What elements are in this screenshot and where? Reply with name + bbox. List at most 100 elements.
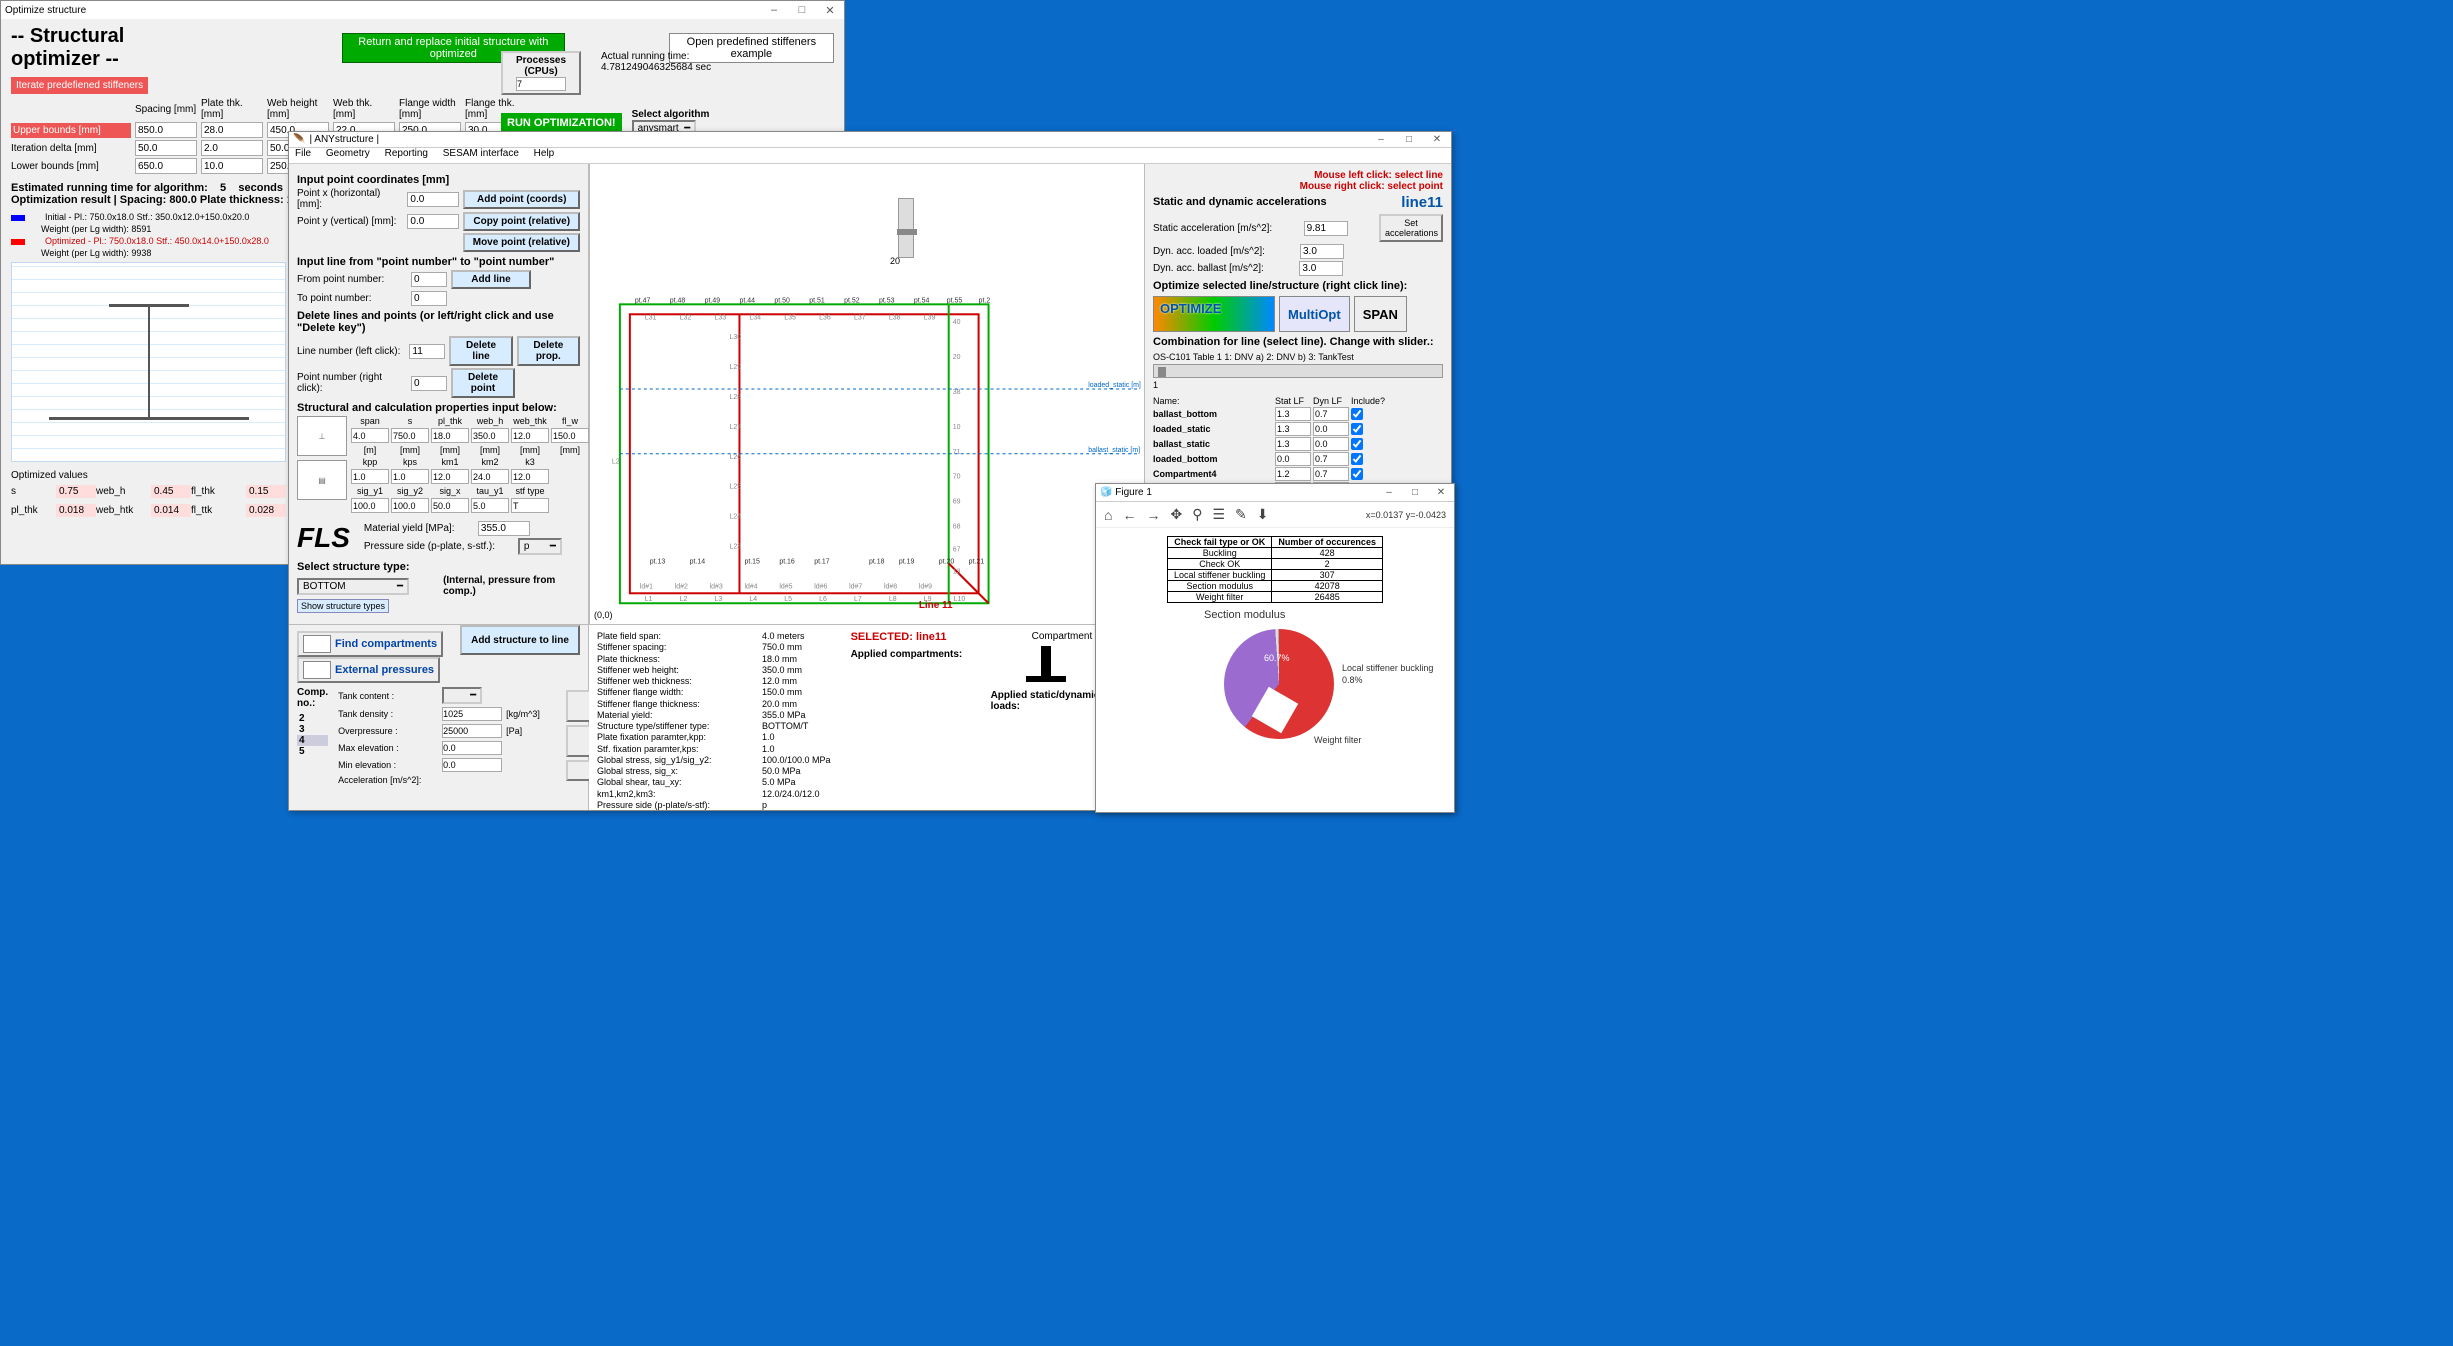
menu-sesam[interactable]: SESAM interface	[443, 148, 519, 159]
point-x-input[interactable]	[407, 192, 459, 207]
external-pressures-button[interactable]: External pressures	[297, 657, 440, 683]
load-stat-1[interactable]	[1275, 422, 1311, 436]
back-icon[interactable]: ←	[1122, 507, 1136, 523]
add-point-button[interactable]: Add point (coords)	[463, 190, 580, 209]
load-include-0[interactable]	[1351, 408, 1363, 420]
menu-file[interactable]: File	[295, 148, 311, 159]
static-accel-input[interactable]	[1304, 221, 1348, 236]
save-icon[interactable]: ⬇	[1257, 506, 1269, 523]
prop-span[interactable]	[351, 428, 389, 443]
min-elev-input[interactable]	[442, 758, 502, 772]
delete-point-button[interactable]: Delete point	[451, 368, 515, 398]
zoom-icon[interactable]: ⚲	[1192, 506, 1202, 523]
optimizer-titlebar[interactable]: Optimize structure – □ ✕	[1, 1, 844, 19]
delete-line-button[interactable]: Delete line	[449, 336, 512, 366]
multiopt-button[interactable]: MultiOpt	[1279, 296, 1350, 332]
load-stat-4[interactable]	[1275, 467, 1311, 481]
load-dyn-0[interactable]	[1313, 407, 1349, 421]
line-number-input[interactable]	[409, 344, 445, 359]
close-icon[interactable]: ✕	[1428, 487, 1454, 498]
prop-sigx[interactable]	[431, 498, 469, 513]
load-include-4[interactable]	[1351, 468, 1363, 480]
copy-point-button[interactable]: Copy point (relative)	[463, 212, 580, 231]
min-icon[interactable]: –	[1367, 134, 1395, 145]
lower-0[interactable]	[135, 158, 197, 174]
close-icon[interactable]: ✕	[816, 4, 844, 17]
iterate-stiffeners-button[interactable]: Iterate predefiened stiffeners	[11, 77, 148, 94]
edit-icon[interactable]: ✎	[1235, 506, 1247, 523]
delta-0[interactable]	[135, 140, 197, 156]
load-stat-3[interactable]	[1275, 452, 1311, 466]
prop-flw[interactable]	[551, 428, 589, 443]
upper-0[interactable]	[135, 122, 197, 138]
prop-kps[interactable]	[391, 469, 429, 484]
load-include-3[interactable]	[1351, 453, 1363, 465]
menu-geometry[interactable]: Geometry	[326, 148, 370, 159]
delta-1[interactable]	[201, 140, 263, 156]
prop-sigy1[interactable]	[351, 498, 389, 513]
lower-1[interactable]	[201, 158, 263, 174]
dyn-ballast-input[interactable]	[1299, 261, 1343, 276]
run-optimization-button[interactable]: RUN OPTIMIZATION!	[501, 113, 622, 133]
prop-sigy2[interactable]	[391, 498, 429, 513]
move-point-button[interactable]: Move point (relative)	[463, 233, 580, 252]
material-yield-input[interactable]	[478, 521, 530, 536]
overpressure-input[interactable]	[442, 724, 502, 738]
load-include-2[interactable]	[1351, 438, 1363, 450]
prop-km2[interactable]	[471, 469, 509, 484]
prop-s[interactable]	[391, 428, 429, 443]
home-icon[interactable]: ⌂	[1104, 507, 1112, 523]
prop-webh[interactable]	[471, 428, 509, 443]
prop-tauy1[interactable]	[471, 498, 509, 513]
delete-prop-button[interactable]: Delete prop.	[517, 336, 580, 366]
upper-1[interactable]	[201, 122, 263, 138]
max-elev-input[interactable]	[442, 741, 502, 755]
load-stat-2[interactable]	[1275, 437, 1311, 451]
figure-titlebar[interactable]: 🧊 Figure 1 – □ ✕	[1096, 484, 1454, 502]
menu-help[interactable]: Help	[534, 148, 555, 159]
dyn-loaded-input[interactable]	[1300, 244, 1344, 259]
load-include-1[interactable]	[1351, 423, 1363, 435]
from-point-input[interactable]	[411, 272, 447, 287]
anystruct-titlebar[interactable]: 🪶 | ANYstructure | – □ ✕	[289, 132, 1451, 148]
prop-kpp[interactable]	[351, 469, 389, 484]
optimize-button[interactable]	[1153, 296, 1275, 332]
load-dyn-1[interactable]	[1313, 422, 1349, 436]
load-dyn-3[interactable]	[1313, 452, 1349, 466]
menu-reporting[interactable]: Reporting	[385, 148, 428, 159]
prop-k3[interactable]	[511, 469, 549, 484]
compartment-list[interactable]: 2 3 4 5	[297, 713, 328, 757]
structure-type-select[interactable]: BOTTOM━	[297, 578, 409, 595]
load-stat-0[interactable]	[1275, 407, 1311, 421]
point-number-input[interactable]	[411, 376, 447, 391]
tank-density-input[interactable]	[442, 707, 502, 721]
to-point-input[interactable]	[411, 291, 447, 306]
set-accel-button[interactable]: Set accelerations	[1379, 214, 1443, 242]
zoom-slider[interactable]	[898, 198, 914, 258]
prop-webthk[interactable]	[511, 428, 549, 443]
pan-icon[interactable]: ✥	[1170, 506, 1182, 523]
load-dyn-2[interactable]	[1313, 437, 1349, 451]
max-icon[interactable]: □	[1402, 487, 1428, 498]
forward-icon[interactable]: →	[1146, 507, 1160, 523]
add-line-button[interactable]: Add line	[451, 270, 531, 289]
span-button[interactable]: SPAN	[1354, 296, 1407, 332]
prop-stftype[interactable]	[511, 498, 549, 513]
prop-plthk[interactable]	[431, 428, 469, 443]
pressure-side-select[interactable]: p━	[518, 538, 562, 555]
tank-content-select[interactable]: ━	[442, 687, 482, 704]
subplots-icon[interactable]: ☰	[1212, 506, 1225, 523]
max-icon[interactable]: □	[788, 4, 816, 17]
prop-km1[interactable]	[431, 469, 469, 484]
processes-input[interactable]	[516, 77, 566, 91]
point-y-input[interactable]	[407, 214, 459, 229]
show-structure-types-button[interactable]: Show structure types	[297, 599, 389, 613]
load-dyn-4[interactable]	[1313, 467, 1349, 481]
min-icon[interactable]: –	[760, 4, 788, 17]
find-compartments-button[interactable]: Find compartments	[297, 631, 443, 657]
min-icon[interactable]: –	[1376, 487, 1402, 498]
geometry-canvas[interactable]: 20 pt.47pt.48pt.49 pt.44pt.50pt.51	[589, 164, 1145, 624]
close-icon[interactable]: ✕	[1423, 134, 1451, 145]
max-icon[interactable]: □	[1395, 134, 1423, 145]
combination-slider[interactable]	[1153, 364, 1443, 378]
